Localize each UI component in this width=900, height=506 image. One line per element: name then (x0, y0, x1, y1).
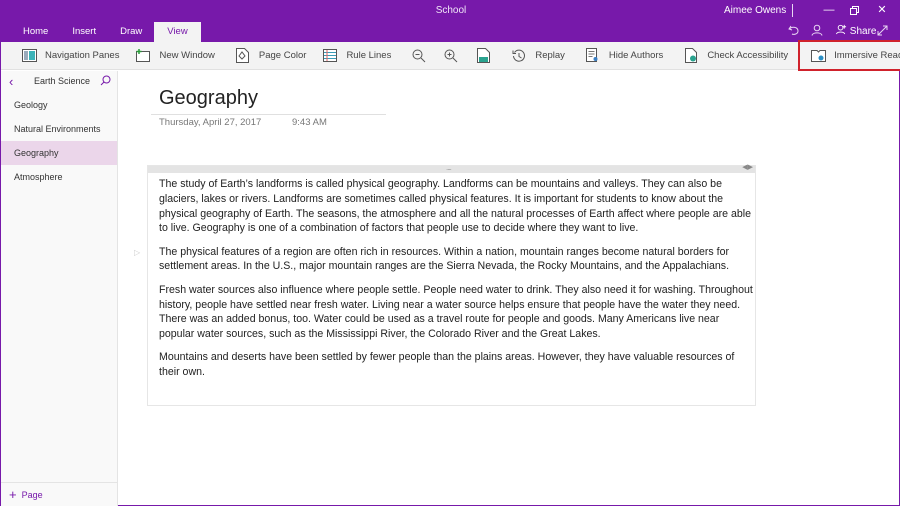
tab-view[interactable]: View (154, 22, 201, 42)
share-person-icon (836, 24, 847, 35)
replay-label: Replay (535, 50, 565, 61)
zoom-100-icon (475, 48, 491, 64)
tab-home[interactable]: Home (11, 22, 60, 42)
note-body[interactable]: The study of Earth’s landforms is called… (159, 177, 754, 389)
page-time: 9:43 AM (292, 117, 327, 128)
grip-icon: .... (446, 163, 452, 172)
plus-icon: + (9, 487, 17, 502)
hide-authors-button[interactable]: Hide Authors (577, 44, 671, 68)
pages-pane: ‹ Earth Science Geology Natural Environm… (1, 71, 118, 506)
zoom-out-icon (411, 48, 427, 64)
hide-authors-icon (585, 48, 601, 64)
tab-insert[interactable]: Insert (60, 22, 108, 42)
zoom-in-icon (443, 48, 459, 64)
replay-button[interactable]: Replay (503, 44, 573, 68)
navigation-panes-label: Navigation Panes (45, 50, 120, 61)
page-title[interactable]: Geography (159, 87, 258, 110)
person-icon (811, 24, 823, 36)
zoom-out-button[interactable] (403, 44, 435, 68)
section-header: ‹ Earth Science (1, 71, 117, 93)
paragraph: Fresh water sources also influence where… (159, 283, 753, 341)
page-date: Thursday, April 27, 2017 (159, 117, 262, 128)
share-label: Share (849, 26, 877, 37)
account-button[interactable] (811, 24, 823, 40)
navigation-panes-button[interactable]: Navigation Panes (13, 44, 127, 68)
ribbon-tabs: Home Insert Draw View (11, 22, 201, 42)
paragraph: Mountains and deserts have been settled … (159, 351, 735, 379)
hide-authors-label: Hide Authors (608, 50, 664, 61)
zoom-100-button[interactable] (467, 44, 499, 68)
tab-draw[interactable]: Draw (108, 22, 154, 42)
title-divider (151, 114, 386, 115)
undo-icon (788, 25, 799, 35)
minimize-button[interactable]: — (819, 2, 839, 18)
note-container[interactable]: .... ◀▶ The study of Earth’s landforms i… (147, 163, 756, 406)
new-window-icon (135, 48, 151, 64)
paragraph: The physical features of a region are of… (159, 245, 730, 273)
title-separator (792, 4, 793, 17)
rule-lines-label: Rule Lines (346, 50, 392, 61)
navigation-panes-icon (21, 48, 37, 64)
immersive-reader-label: Immersive Reader (834, 50, 900, 61)
container-drag-bar[interactable]: .... ◀▶ (148, 163, 755, 173)
page-item-geology[interactable]: Geology (1, 93, 117, 117)
zoom-in-button[interactable] (435, 44, 467, 68)
paragraph: The study of Earth’s landforms is called… (159, 178, 752, 235)
page-item-natural-environments[interactable]: Natural Environments (1, 117, 117, 141)
title-bar: School Aimee Owens — ✕ Share Home Insert… (1, 0, 900, 42)
check-accessibility-button[interactable]: Check Accessibility (675, 44, 796, 68)
close-icon: ✕ (877, 4, 887, 16)
page-item-geography[interactable]: Geography (1, 141, 117, 165)
new-window-button[interactable]: New Window (127, 44, 222, 68)
new-window-label: New Window (159, 50, 215, 61)
history-icon (511, 48, 527, 64)
add-page-label: Page (21, 489, 43, 500)
back-chevron-icon[interactable]: ‹ (9, 74, 13, 89)
ribbon-toolbar: Navigation Panes New Window Page Color R… (1, 40, 900, 71)
rule-lines-icon (322, 48, 338, 64)
paragraph-handle-icon[interactable]: ▷ (134, 248, 140, 257)
restore-icon (849, 6, 859, 15)
accessibility-check-icon (683, 48, 699, 64)
expand-icon (877, 25, 888, 36)
add-page-button[interactable]: + Page (1, 482, 118, 506)
section-name: Earth Science (34, 76, 91, 86)
page-color-button[interactable]: Page Color (227, 44, 315, 68)
share-button[interactable]: Share (836, 24, 876, 40)
undo-button[interactable] (788, 24, 800, 40)
immersive-reader-icon (810, 48, 826, 64)
page-color-label: Page Color (258, 50, 307, 61)
restore-button[interactable] (844, 2, 864, 18)
page-item-atmosphere[interactable]: Atmosphere (1, 165, 117, 189)
immersive-reader-button[interactable]: Immersive Reader (798, 40, 900, 71)
rule-lines-button[interactable]: Rule Lines (314, 44, 399, 68)
user-name[interactable]: Aimee Owens (724, 5, 786, 16)
page-color-icon (235, 48, 251, 64)
fullscreen-button[interactable] (877, 24, 888, 40)
search-icon[interactable] (100, 75, 111, 88)
onenote-window: School Aimee Owens — ✕ Share Home Insert… (0, 0, 900, 506)
resize-handle-icon[interactable]: ◀▶ (742, 163, 753, 171)
check-accessibility-label: Check Accessibility (707, 50, 789, 61)
minimize-icon: — (823, 4, 835, 16)
close-button[interactable]: ✕ (872, 2, 892, 18)
